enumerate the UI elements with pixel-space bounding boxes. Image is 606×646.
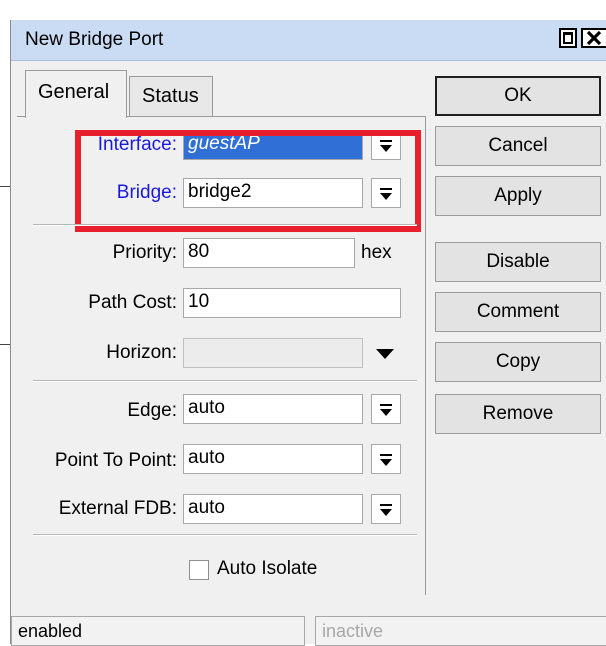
priority-unit: hex [361,242,392,263]
dropdown-arrow-icon [380,404,392,416]
dropdown-arrow-icon [380,504,392,516]
bridge-field[interactable]: bridge2 [183,178,363,208]
priority-label: Priority: [112,242,177,263]
interface-label: Interface: [97,134,177,155]
separator [33,534,417,536]
external-fdb-label: External FDB: [58,498,177,519]
path-cost-label: Path Cost: [88,292,177,313]
interface-dropdown[interactable] [371,130,401,160]
status-inactive: inactive [315,616,606,646]
disable-button[interactable]: Disable [435,242,601,282]
dropdown-arrow-icon [380,454,392,466]
priority-field[interactable]: 80 [183,238,355,268]
bridge-label: Bridge: [116,182,177,203]
maximize-icon[interactable] [559,28,577,48]
horizon-expand-icon[interactable] [375,348,395,360]
background-line [0,186,10,187]
copy-button[interactable]: Copy [435,342,601,382]
tab-general[interactable]: General [25,70,127,118]
dialog-window: New Bridge Port General Status Interface… [10,20,606,646]
apply-button[interactable]: Apply [435,176,601,216]
auto-isolate-label: Auto Isolate [217,558,318,579]
dropdown-arrow-icon [380,188,392,200]
edge-dropdown[interactable] [371,394,401,424]
window-title: New Bridge Port [25,29,164,50]
point-to-point-field[interactable]: auto [183,444,363,474]
edge-label: Edge: [127,400,177,421]
remove-button[interactable]: Remove [435,394,601,434]
dropdown-arrow-icon [380,140,392,152]
bridge-dropdown[interactable] [371,178,401,208]
ok-button[interactable]: OK [435,76,601,116]
auto-isolate-checkbox[interactable] [189,560,209,580]
horizon-label: Horizon: [106,342,177,363]
point-to-point-label: Point To Point: [54,450,177,471]
path-cost-field[interactable]: 10 [183,288,401,318]
status-bar: enabled inactive [11,604,606,646]
separator [33,380,417,382]
horizon-field[interactable] [183,338,363,368]
tab-status[interactable]: Status [129,76,213,116]
external-fdb-dropdown[interactable] [371,494,401,524]
comment-button[interactable]: Comment [435,292,601,332]
external-fdb-field[interactable]: auto [183,494,363,524]
point-to-point-dropdown[interactable] [371,444,401,474]
cancel-button[interactable]: Cancel [435,126,601,166]
interface-field[interactable]: guestAP [183,130,363,160]
separator [33,224,417,226]
edge-field[interactable]: auto [183,394,363,424]
status-enabled: enabled [11,616,305,646]
background-line [0,344,10,345]
close-icon[interactable] [581,28,606,48]
title-bar[interactable]: New Bridge Port [11,20,606,61]
